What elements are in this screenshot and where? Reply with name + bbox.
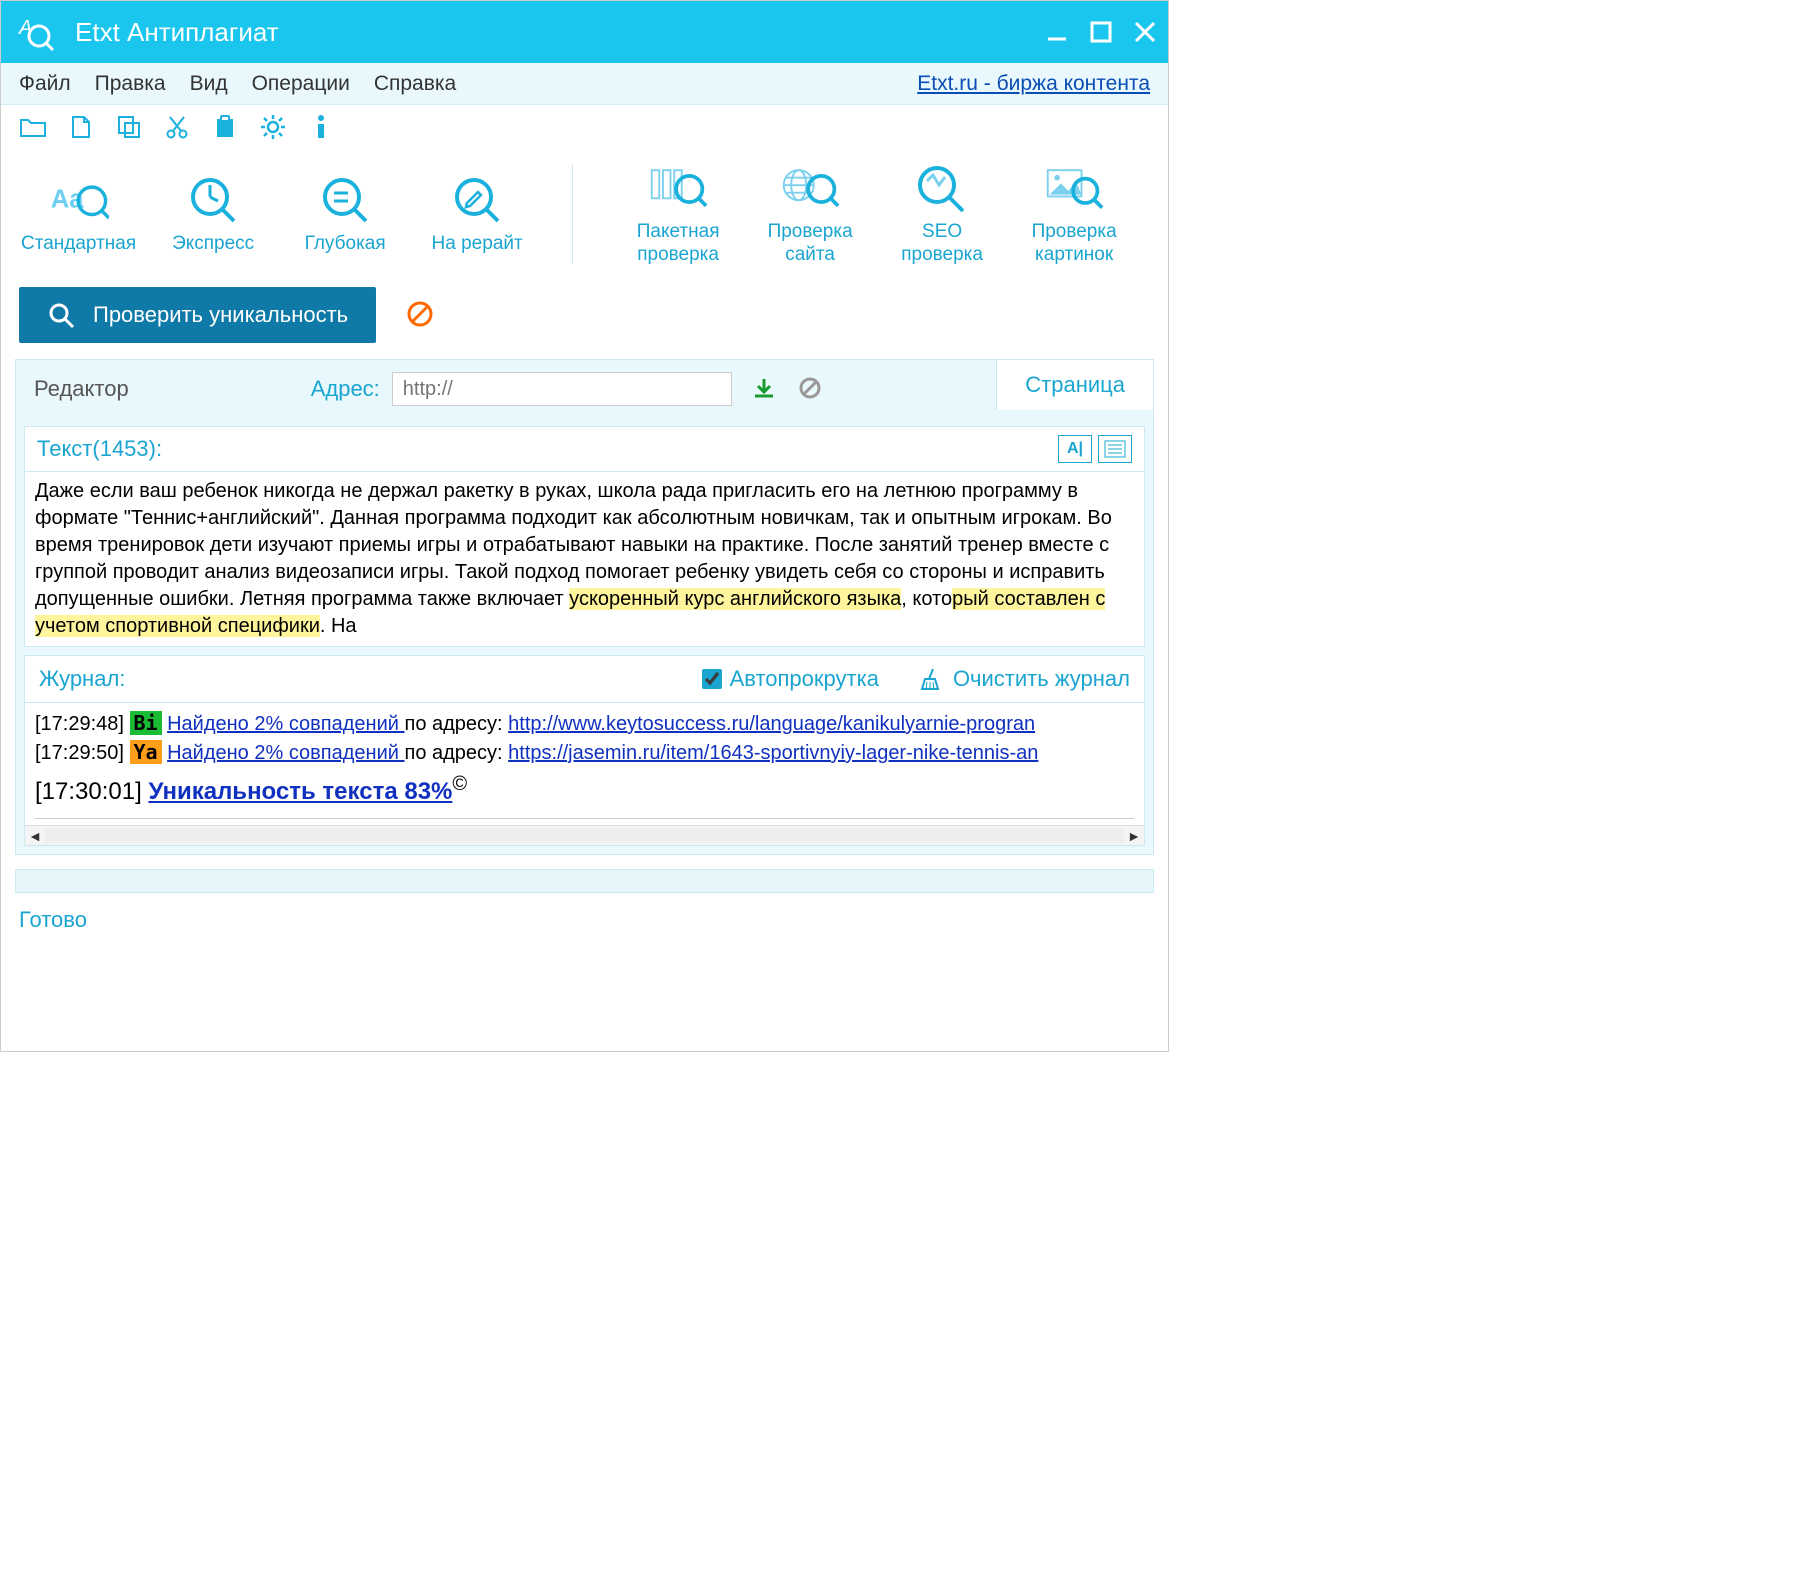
broom-icon <box>919 667 943 691</box>
tool-deep-label: Глубокая <box>305 233 386 256</box>
express-icon <box>183 173 243 227</box>
match-link[interactable]: Найдено 2% совпадений <box>167 713 404 735</box>
tool-standard[interactable]: Aa Стандартная <box>21 173 136 256</box>
tool-batch[interactable]: Пакетная проверка <box>623 161 733 267</box>
info-icon[interactable] <box>307 113 335 141</box>
uniqueness-result: Уникальность текста 83% <box>148 778 452 805</box>
text-panel: Текст(1453): A| Даже если ваш ребенок ни… <box>24 426 1145 647</box>
tool-seo-label: SEO проверка <box>901 221 983 267</box>
h-scrollbar[interactable]: ◄ ► <box>25 825 1144 845</box>
tool-batch-label: Пакетная проверка <box>637 221 720 267</box>
tool-images[interactable]: Проверка картинок <box>1019 161 1129 267</box>
result-line: [17:30:01] Уникальность текста 83%© <box>35 767 1134 812</box>
source-badge-bi: Bi <box>130 711 162 735</box>
download-icon[interactable] <box>752 376 778 402</box>
check-uniqueness-button[interactable]: Проверить уникальность <box>19 287 376 343</box>
menu-file[interactable]: Файл <box>19 72 71 96</box>
autoscroll-toggle[interactable]: Автопрокрутка <box>702 666 879 692</box>
scroll-track[interactable] <box>45 829 1124 843</box>
titlebar: A Etxt Антиплагиат <box>1 1 1168 63</box>
tool-site-label: Проверка сайта <box>768 221 853 267</box>
tool-divider <box>572 164 573 264</box>
menu-edit[interactable]: Правка <box>95 72 166 96</box>
site-icon <box>780 161 840 215</box>
log-line: [17:29:50] Ya Найдено 2% совпадений по а… <box>35 738 1134 767</box>
text-count-label: Текст(1453): <box>37 436 1058 462</box>
editor-panel: Редактор Адрес: Страница Текст(1453): A|… <box>15 359 1154 855</box>
copy-icon[interactable] <box>115 113 143 141</box>
paste-icon[interactable] <box>211 113 239 141</box>
rewrite-icon <box>447 173 507 227</box>
log-body: [17:29:48] Bi Найдено 2% совпадений по а… <box>25 703 1144 825</box>
open-folder-icon[interactable] <box>19 113 47 141</box>
log-url[interactable]: http://www.keytosuccess.ru/language/kani… <box>508 713 1035 735</box>
menu-operations[interactable]: Операции <box>252 72 350 96</box>
etxt-link[interactable]: Etxt.ru - биржа контента <box>917 72 1150 96</box>
log-url[interactable]: https://jasemin.ru/item/1643-sportivnyiy… <box>508 742 1038 764</box>
toolbar <box>1 105 1168 149</box>
new-file-icon[interactable] <box>67 113 95 141</box>
text-editor[interactable]: Даже если ваш ребенок никогда не держал … <box>25 472 1144 646</box>
menu-view[interactable]: Вид <box>190 72 228 96</box>
menu-help[interactable]: Справка <box>374 72 456 96</box>
settings-gear-icon[interactable] <box>259 113 287 141</box>
app-title: Etxt Антиплагиат <box>75 17 1046 48</box>
images-icon <box>1044 161 1104 215</box>
scroll-left-icon[interactable]: ◄ <box>25 828 45 844</box>
app-logo-icon: A <box>13 10 57 54</box>
standard-icon: Aa <box>49 173 109 227</box>
minimize-button[interactable] <box>1046 21 1068 43</box>
log-label: Журнал: <box>39 666 702 692</box>
close-button[interactable] <box>1134 21 1156 43</box>
editor-header: Редактор Адрес: Страница <box>16 360 1153 418</box>
status-text: Готово <box>1 901 1168 943</box>
block-icon[interactable] <box>798 376 824 402</box>
batch-icon <box>648 161 708 215</box>
autoscroll-checkbox[interactable] <box>702 669 722 689</box>
check-row: Проверить уникальность <box>1 279 1168 351</box>
source-badge-ya: Ya <box>130 740 162 764</box>
tab-page[interactable]: Страница <box>996 359 1154 410</box>
view-text-icon[interactable]: A| <box>1058 435 1092 463</box>
deep-icon <box>315 173 375 227</box>
tool-rewrite-label: На рерайт <box>432 233 523 256</box>
tool-seo[interactable]: SEO проверка <box>887 161 997 267</box>
match-link[interactable]: Найдено 2% совпадений <box>167 742 404 764</box>
seo-icon <box>912 161 972 215</box>
view-list-icon[interactable] <box>1098 435 1132 463</box>
address-input[interactable] <box>392 372 732 406</box>
tool-site[interactable]: Проверка сайта <box>755 161 865 267</box>
tool-express-label: Экспресс <box>172 233 254 256</box>
highlight-1: ускоренный курс английского языка <box>569 588 901 610</box>
progress-bar <box>15 869 1154 893</box>
tool-images-label: Проверка картинок <box>1032 221 1117 267</box>
menubar: Файл Правка Вид Операции Справка Etxt.ru… <box>1 63 1168 105</box>
maximize-button[interactable] <box>1090 21 1112 43</box>
tool-deep[interactable]: Глубокая <box>290 173 400 256</box>
scroll-right-icon[interactable]: ► <box>1124 828 1144 844</box>
editor-label: Редактор <box>34 376 129 402</box>
app-window: A Etxt Антиплагиат Файл Правка Вид Опера… <box>0 0 1169 1052</box>
tool-standard-label: Стандартная <box>21 233 136 256</box>
cancel-icon[interactable] <box>406 300 436 330</box>
check-button-label: Проверить уникальность <box>93 302 348 328</box>
big-toolbar: Aa Стандартная Экспресс Глубокая На рера… <box>1 149 1168 279</box>
tool-express[interactable]: Экспресс <box>158 173 268 256</box>
clear-log-button[interactable]: Очистить журнал <box>919 666 1130 692</box>
search-icon <box>47 301 75 329</box>
cut-icon[interactable] <box>163 113 191 141</box>
tool-rewrite[interactable]: На рерайт <box>422 173 532 256</box>
address-label: Адрес: <box>311 376 380 402</box>
log-panel: Журнал: Автопрокрутка Очистить журнал [1… <box>24 655 1145 846</box>
log-line: [17:29:48] Bi Найдено 2% совпадений по а… <box>35 709 1134 738</box>
